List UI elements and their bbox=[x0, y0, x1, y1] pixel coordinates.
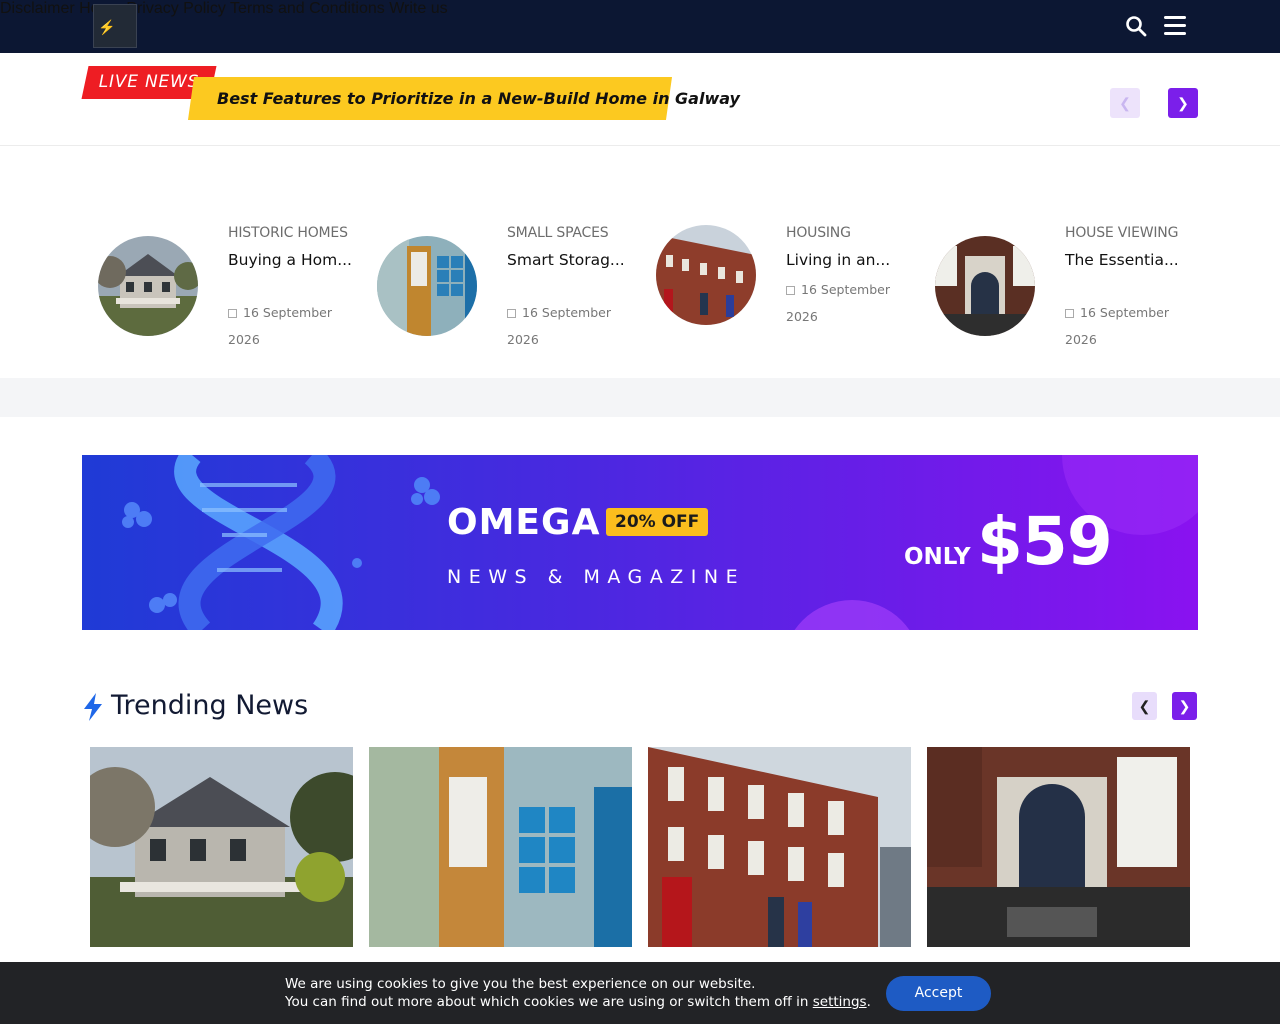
featured-date: 16 September 2026 bbox=[228, 299, 348, 353]
featured-card[interactable]: HOUSE VIEWING The Essentia... 16 Septemb… bbox=[935, 146, 1205, 378]
trending-title: Trending News bbox=[111, 690, 309, 721]
georgian-door-image bbox=[935, 236, 1035, 336]
chevron-right-icon: ❯ bbox=[1177, 95, 1189, 111]
top-navigation-bar: ⚡ Disclaimer Home Privacy Policy Terms a… bbox=[0, 0, 1280, 53]
featured-date: 16 September 2026 bbox=[1065, 299, 1185, 353]
calendar-icon bbox=[507, 309, 516, 318]
banner-price: $59 bbox=[977, 503, 1113, 580]
featured-title[interactable]: Smart Storag... bbox=[507, 249, 647, 271]
omega-ad-banner[interactable]: OMEGA 20% OFF NEWS & MAGAZINE ONLY $59 bbox=[82, 455, 1198, 630]
nav-privacy-policy[interactable]: Privacy Policy bbox=[126, 0, 226, 17]
featured-date: 16 September 2026 bbox=[507, 299, 627, 353]
ticker-headline[interactable]: Best Features to Prioritize in a New-Bui… bbox=[187, 77, 740, 120]
banner-only-label: ONLY bbox=[904, 544, 971, 570]
ticker-prev-button[interactable]: ❮ bbox=[1110, 88, 1140, 118]
chevron-left-icon: ❮ bbox=[1119, 95, 1131, 111]
featured-card[interactable]: SMALL SPACES Smart Storag... 16 Septembe… bbox=[377, 146, 647, 378]
cookie-line-2-text: You can find out more about which cookie… bbox=[285, 994, 813, 1010]
date-year: 2026 bbox=[786, 309, 818, 324]
featured-thumbnail[interactable] bbox=[98, 236, 198, 336]
featured-category[interactable]: SMALL SPACES bbox=[507, 225, 609, 241]
nav-write-us[interactable]: Write us bbox=[389, 0, 447, 17]
calendar-icon bbox=[1065, 309, 1074, 318]
ticker-headline-text[interactable]: Best Features to Prioritize in a New-Bui… bbox=[191, 77, 740, 120]
brick-terrace-photo bbox=[648, 747, 911, 947]
calendar-icon bbox=[228, 309, 237, 318]
hamburger-menu-icon[interactable] bbox=[1164, 16, 1186, 36]
cookie-consent-bar: We are using cookies to give you the bes… bbox=[0, 962, 1280, 1024]
brick-terrace-image bbox=[656, 225, 756, 325]
trending-card-image[interactable] bbox=[927, 747, 1190, 947]
banner-brand: OMEGA bbox=[447, 502, 601, 543]
featured-category[interactable]: HOUSING bbox=[786, 225, 851, 241]
victorian-house-image bbox=[98, 236, 198, 336]
cookie-settings-link[interactable]: settings bbox=[813, 994, 867, 1010]
featured-title[interactable]: Living in an... bbox=[786, 249, 926, 271]
featured-title[interactable]: The Essentia... bbox=[1065, 249, 1205, 271]
banner-subtitle: NEWS & MAGAZINE bbox=[447, 566, 746, 588]
ticker-next-button[interactable]: ❯ bbox=[1168, 88, 1198, 118]
featured-category[interactable]: HOUSE VIEWING bbox=[1065, 225, 1178, 241]
featured-card[interactable]: HOUSING Living in an... 16 September 2026 bbox=[656, 146, 926, 378]
featured-thumbnail[interactable] bbox=[656, 225, 756, 325]
featured-thumbnail[interactable] bbox=[377, 236, 477, 336]
victorian-house-photo bbox=[90, 747, 353, 947]
featured-category[interactable]: HISTORIC HOMES bbox=[228, 225, 348, 241]
featured-date: 16 September 2026 bbox=[786, 276, 906, 330]
date-year: 2026 bbox=[1065, 332, 1097, 347]
storage-wall-image bbox=[377, 236, 477, 336]
cookie-line-1: We are using cookies to give you the bes… bbox=[285, 976, 756, 992]
storage-wall-photo bbox=[369, 747, 632, 947]
lightning-bolt-icon bbox=[84, 693, 102, 721]
date-year: 2026 bbox=[228, 332, 260, 347]
cookie-line-2-suffix: . bbox=[866, 994, 871, 1010]
accept-cookies-button[interactable]: Accept bbox=[886, 976, 991, 1011]
trending-card-image[interactable] bbox=[90, 747, 353, 947]
trending-prev-button[interactable]: ❮ bbox=[1132, 692, 1157, 720]
featured-posts-carousel: HISTORIC HOMES Buying a Hom... 16 Septem… bbox=[0, 146, 1280, 378]
chevron-left-icon: ❮ bbox=[1138, 698, 1151, 714]
trending-card-image[interactable] bbox=[648, 747, 911, 947]
date-day: 16 September bbox=[243, 305, 332, 320]
chevron-right-icon: ❯ bbox=[1178, 698, 1191, 714]
date-year: 2026 bbox=[507, 332, 539, 347]
date-day: 16 September bbox=[801, 282, 890, 297]
featured-thumbnail[interactable] bbox=[935, 236, 1035, 336]
date-day: 16 September bbox=[1080, 305, 1169, 320]
section-divider bbox=[0, 378, 1280, 417]
banner-discount-badge: 20% OFF bbox=[606, 508, 709, 536]
search-icon[interactable] bbox=[1125, 15, 1147, 37]
nav-terms-and-conditions[interactable]: Terms and Conditions bbox=[230, 0, 385, 17]
georgian-door-photo bbox=[927, 747, 1190, 947]
logo-bolt-icon: ⚡ bbox=[98, 19, 116, 35]
featured-title[interactable]: Buying a Hom... bbox=[228, 249, 368, 271]
nav-disclaimer[interactable]: Disclaimer bbox=[0, 0, 75, 17]
trending-next-button[interactable]: ❯ bbox=[1172, 692, 1197, 720]
cookie-line-2: You can find out more about which cookie… bbox=[285, 994, 871, 1010]
site-logo[interactable]: ⚡ bbox=[93, 4, 137, 48]
calendar-icon bbox=[786, 286, 795, 295]
featured-card[interactable]: HISTORIC HOMES Buying a Hom... 16 Septem… bbox=[98, 146, 368, 378]
trending-card-image[interactable] bbox=[369, 747, 632, 947]
date-day: 16 September bbox=[522, 305, 611, 320]
